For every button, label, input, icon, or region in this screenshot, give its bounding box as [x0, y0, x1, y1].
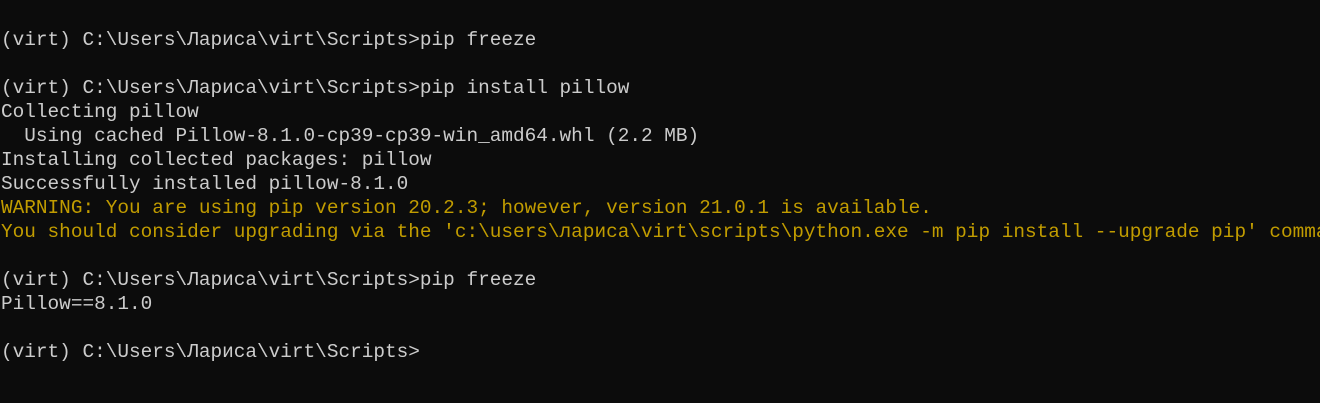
warning-line-upgrade-hint: You should consider upgrading via the 'c… — [1, 221, 1320, 243]
output-line-success: Successfully installed pillow-8.1.0 — [1, 173, 409, 195]
prompt-line-pip-freeze-2: (virt) C:\Users\Лариса\virt\Scripts>pip … — [1, 269, 537, 291]
output-line-collecting: Collecting pillow — [1, 101, 199, 123]
warning-line-pip-version: WARNING: You are using pip version 20.2.… — [1, 197, 932, 219]
prompt-line-pip-install: (virt) C:\Users\Лариса\virt\Scripts>pip … — [1, 77, 630, 99]
current-prompt[interactable]: (virt) C:\Users\Лариса\virt\Scripts> — [0, 340, 1320, 364]
prompt-line-pip-freeze: (virt) C:\Users\Лариса\virt\Scripts>pip … — [1, 29, 537, 51]
output-line-pillow-version: Pillow==8.1.0 — [1, 293, 153, 315]
output-line-using-cached: Using cached Pillow-8.1.0-cp39-cp39-win_… — [1, 125, 700, 147]
terminal-window[interactable]: (virt) C:\Users\Лариса\virt\Scripts>pip … — [0, 28, 1320, 403]
output-line-installing: Installing collected packages: pillow — [1, 149, 432, 171]
current-prompt-text: (virt) C:\Users\Лариса\virt\Scripts> — [1, 341, 420, 363]
